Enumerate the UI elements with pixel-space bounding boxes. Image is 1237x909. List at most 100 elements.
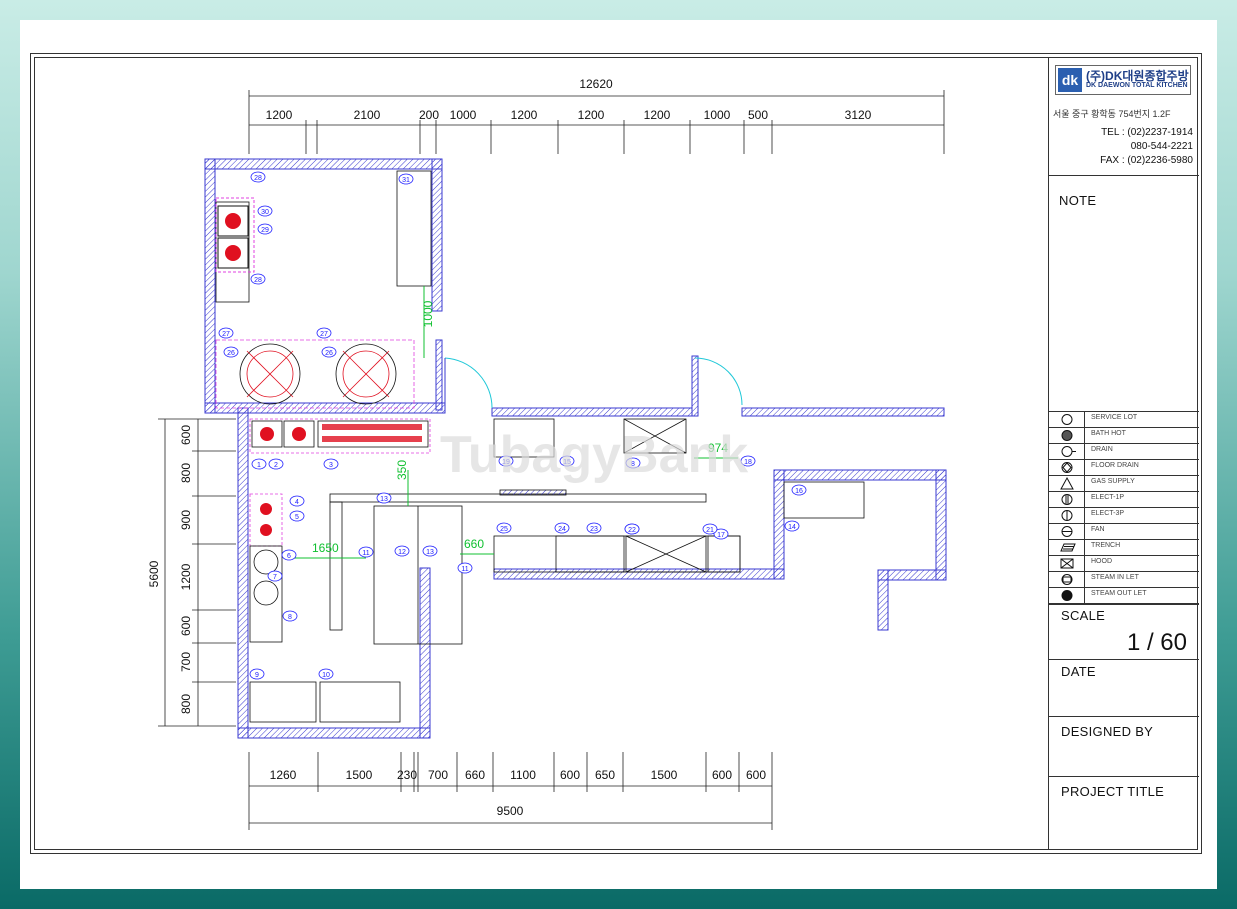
equipment-number: 21 [706, 527, 714, 534]
legend-row: FAN [1049, 523, 1199, 539]
bottom-dim-9: 1500 [651, 768, 678, 782]
dk-logo-mark: dk [1058, 68, 1082, 92]
company-name-en: DK DAEWON TOTAL KITCHEN [1086, 82, 1188, 89]
designed-by-section: DESIGNED BY [1049, 717, 1199, 777]
equipment-number: 27 [222, 331, 230, 338]
watermark: TubagyBank [440, 426, 748, 484]
bottom-segment-labels: 1260 1500 230 700 660 1100 600 650 1500 … [270, 768, 767, 782]
filled-octagon-icon [1049, 588, 1085, 603]
equipment-number: 16 [795, 488, 803, 495]
title-block: dk (주)DK대원종합주방 DK DAEWON TOTAL KITCHEN 서… [1048, 57, 1199, 850]
top-segment-labels: 1200 2100 200 1000 1200 1200 1200 1000 5… [266, 108, 872, 122]
equipment-number: 12 [398, 549, 406, 556]
circle-double-bar-icon [1049, 492, 1085, 507]
top-dim-8: 1000 [704, 108, 731, 122]
legend-row: SERVICE LOT [1049, 411, 1199, 427]
bottom-total-dim: 9500 [497, 804, 524, 818]
equipment-number: 26 [325, 350, 333, 357]
equipment-number: 27 [320, 331, 328, 338]
legend-text: STEAM OUT LET [1091, 590, 1147, 597]
trench [499, 489, 567, 496]
date-section: DATE [1049, 660, 1199, 717]
dim-1650: 1650 [312, 541, 339, 555]
equipment-number: 26 [227, 350, 235, 357]
bottom-dim-8: 650 [595, 768, 615, 782]
equipment-number: 9 [255, 672, 259, 679]
top-dim-2: 2100 [354, 108, 381, 122]
legend-text: GAS SUPPLY [1091, 478, 1135, 485]
upper-stove-burners [215, 197, 255, 273]
legend-row: ELECT-1P [1049, 491, 1199, 507]
top-dimensions [248, 90, 945, 154]
legend-text: SERVICE LOT [1091, 414, 1138, 421]
company-tel: TEL : (02)2237-1914 [1101, 127, 1193, 138]
equipment-number: 22 [628, 527, 636, 534]
equipment-number: 24 [558, 526, 566, 533]
legend-text: ELECT-3P [1091, 510, 1125, 517]
equipment-number: 28 [254, 175, 262, 182]
equipment-number: 13 [380, 496, 388, 503]
legend-text: BATH HOT [1091, 430, 1126, 437]
legend-text: STEAM IN LET [1091, 574, 1139, 581]
legend-table: SERVICE LOT BATH HOT DRAIN FLOOR DRAIN GAS S… [1049, 411, 1199, 604]
legend-text: DRAIN [1091, 446, 1113, 453]
company-fax: FAX : (02)2236-5980 [1100, 155, 1193, 166]
scale-value: 1 / 60 [1126, 629, 1187, 656]
bottom-dim-2: 1500 [346, 768, 373, 782]
scale-section: SCALE 1 / 60 [1049, 604, 1199, 660]
equipment-number: 2 [274, 462, 278, 469]
left-segment-labels: 600 800 900 1200 600 700 800 [179, 425, 193, 714]
circle-tick-icon [1049, 444, 1085, 459]
left-total-dim: 5600 [147, 560, 161, 587]
equipment-number: 10 [322, 672, 330, 679]
left-dim-2: 800 [179, 463, 193, 483]
left-dim-1: 600 [179, 425, 193, 445]
top-dim-4: 1000 [450, 108, 477, 122]
bottom-dim-7: 600 [560, 768, 580, 782]
company-address: 서울 중구 황학동 754번지 1.2F [1053, 109, 1171, 119]
top-dim-7: 1200 [644, 108, 671, 122]
equipment-number: 6 [287, 553, 291, 560]
date-label: DATE [1061, 664, 1096, 679]
bottom-dim-11: 600 [746, 768, 766, 782]
legend-row: TRENCH [1049, 539, 1199, 555]
bottom-dim-6: 1100 [510, 768, 536, 782]
equipment-number: 30 [261, 209, 269, 216]
bottom-dim-4: 700 [428, 768, 448, 782]
equipment-number: 31 [402, 177, 410, 184]
top-dim-9: 500 [748, 108, 768, 122]
green-dimensions [290, 286, 738, 559]
equipment-number: 14 [788, 524, 796, 531]
scale-label: SCALE [1061, 608, 1106, 623]
left-dim-3: 900 [179, 510, 193, 530]
equipment-number: 4 [295, 499, 299, 506]
top-dim-1: 1200 [266, 108, 293, 122]
equipment-number: 11 [362, 550, 369, 557]
dim-350: 350 [395, 460, 409, 480]
x-box-icon [1049, 556, 1085, 571]
company-section: dk (주)DK대원종합주방 DK DAEWON TOTAL KITCHEN 서… [1049, 57, 1199, 176]
legend-row: STEAM IN LET [1049, 571, 1199, 587]
left-dim-4: 1200 [179, 563, 193, 590]
equipment-number: 13 [426, 549, 434, 556]
left-dim-7: 800 [179, 694, 193, 714]
diamond-circle-icon [1049, 460, 1085, 475]
top-total-dim: 12620 [579, 77, 613, 91]
legend-row: GAS SUPPLY [1049, 475, 1199, 491]
company-tel2: 080-544-2221 [1130, 141, 1193, 152]
triangle-icon [1049, 476, 1085, 491]
bottom-dim-10: 600 [712, 768, 732, 782]
equipment-number: 3 [329, 462, 333, 469]
legend-text: ELECT-1P [1091, 494, 1125, 501]
bottom-dim-3: 230 [397, 768, 417, 782]
legend-row: STEAM OUT LET [1049, 587, 1199, 603]
company-logo: dk (주)DK대원종합주방 DK DAEWON TOTAL KITCHEN [1055, 65, 1191, 95]
legend-row: HOOD [1049, 555, 1199, 571]
bottom-dim-5: 660 [465, 768, 485, 782]
equipment-number: 5 [295, 514, 299, 521]
left-dim-5: 600 [179, 616, 193, 636]
legend-row: DRAIN [1049, 443, 1199, 459]
legend-text: HOOD [1091, 558, 1112, 565]
hatched-circle-icon [1049, 428, 1085, 443]
legend-text: FLOOR DRAIN [1091, 462, 1139, 469]
